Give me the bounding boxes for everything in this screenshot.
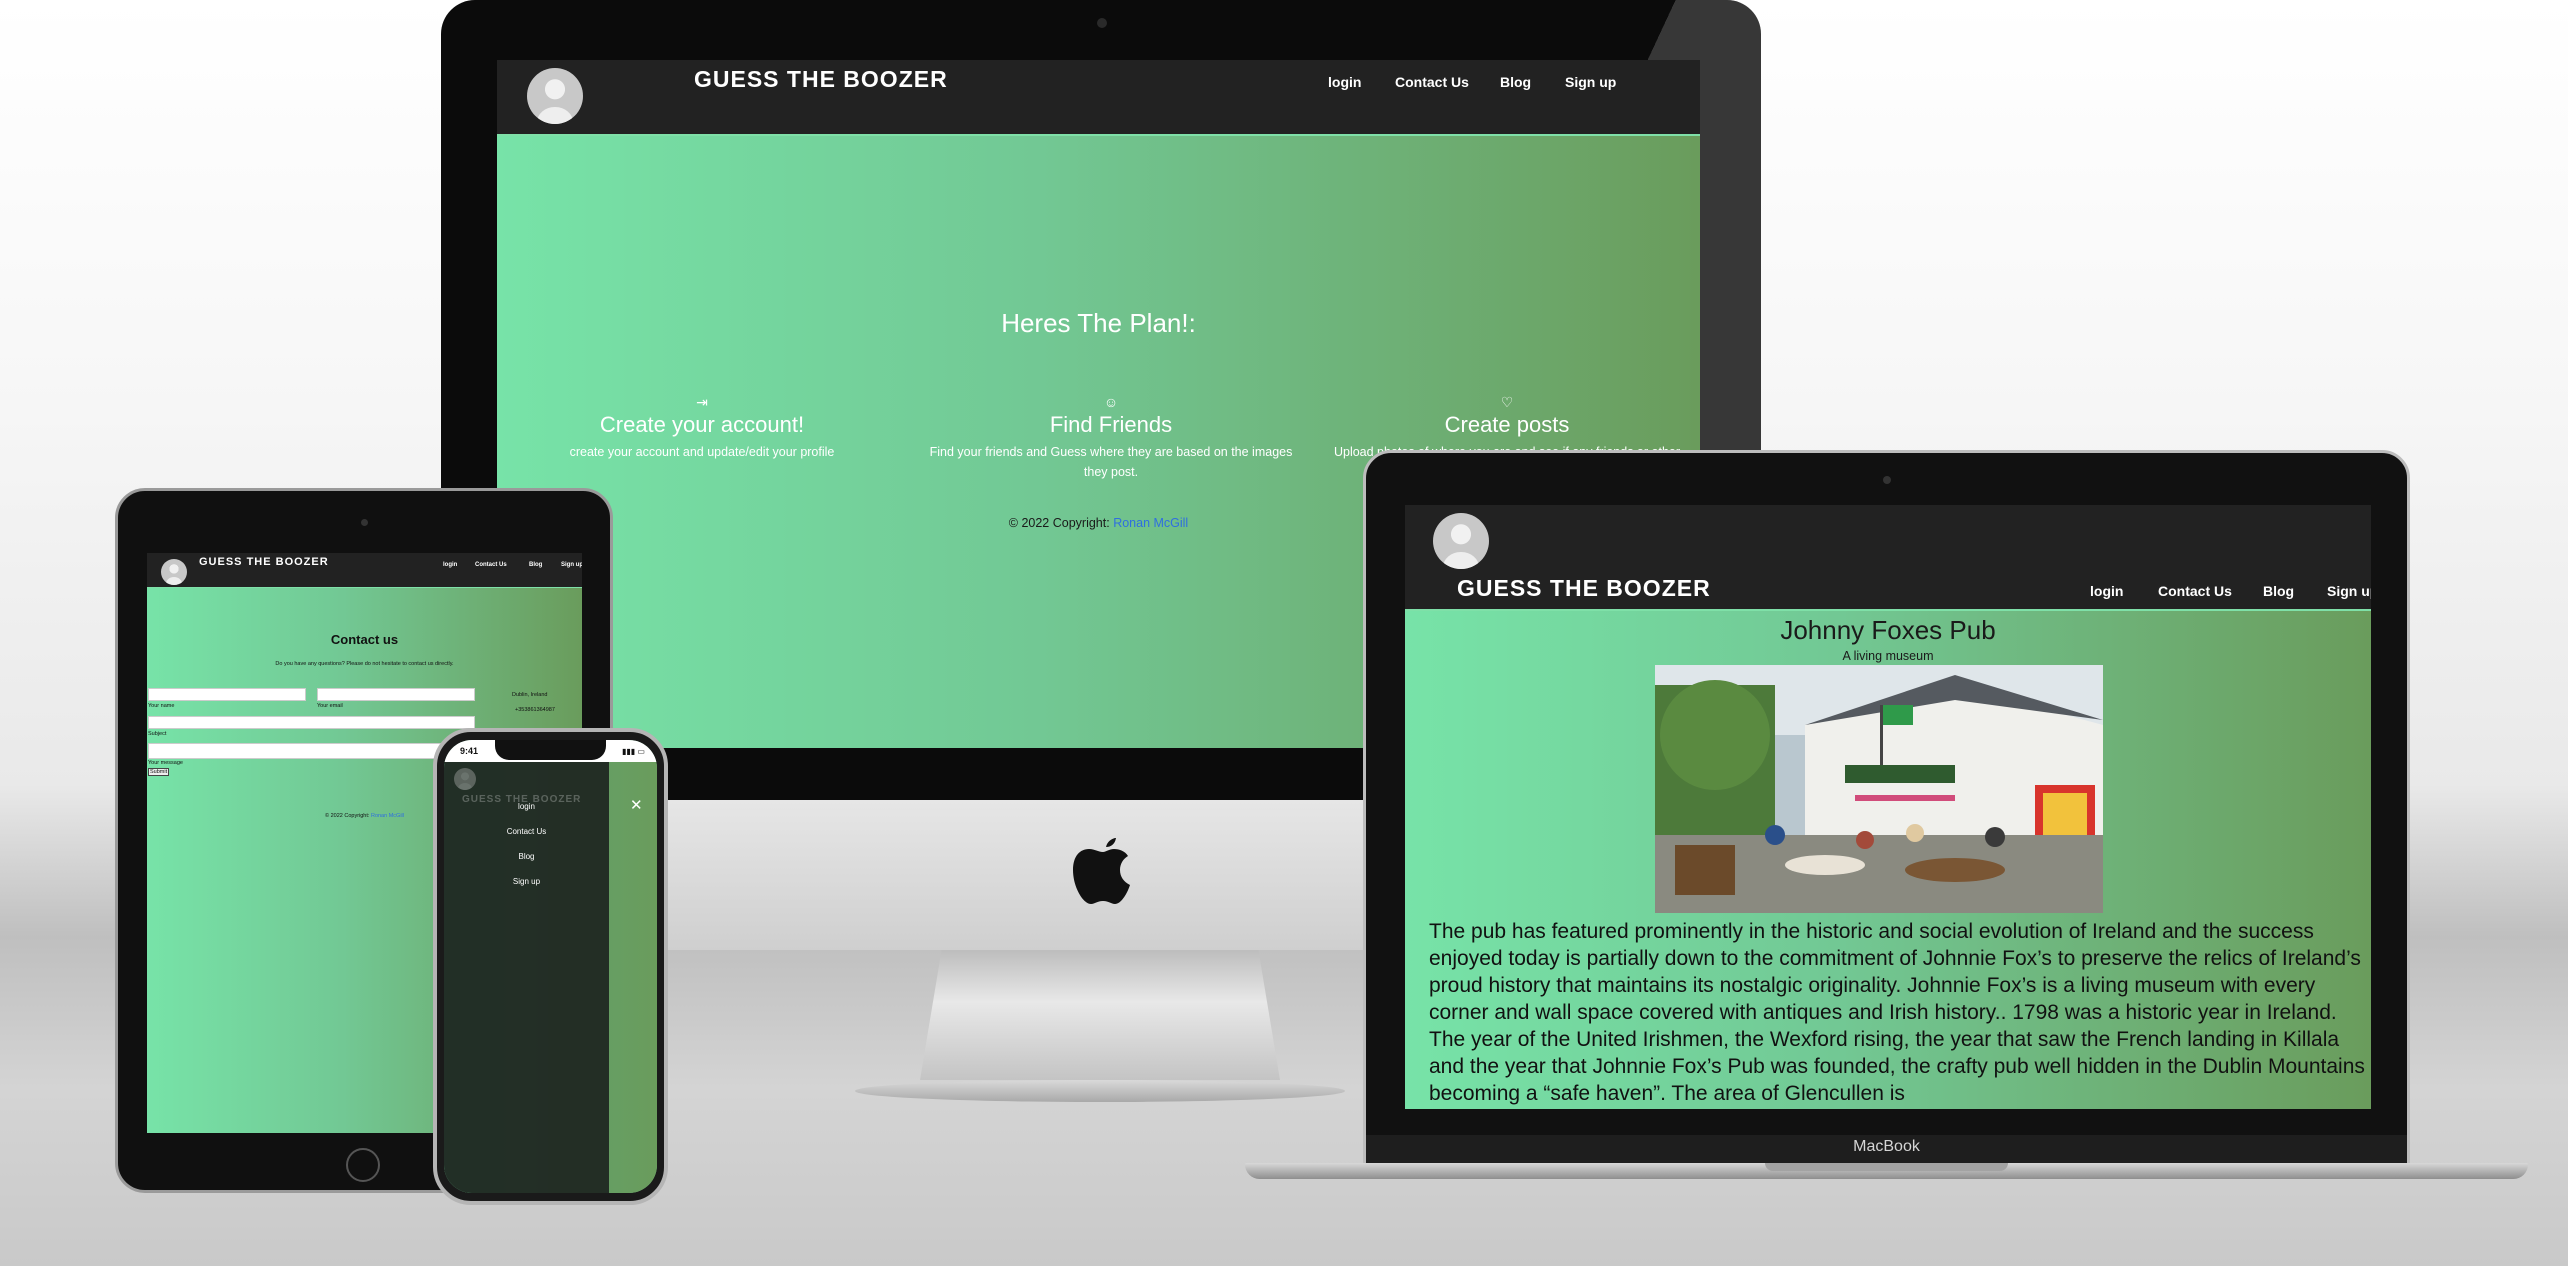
pub-photo bbox=[1655, 665, 2103, 913]
nav-contact-link[interactable]: Contact Us bbox=[475, 562, 507, 568]
apple-logo-icon bbox=[1073, 838, 1130, 904]
macbook-notch bbox=[1765, 1163, 2008, 1171]
brand-title[interactable]: GUESS THE BOOZER bbox=[1457, 575, 1711, 602]
nav-login-link[interactable]: login bbox=[443, 562, 457, 568]
navbar: GUESS THE BOOZER login Contact Us Blog S… bbox=[147, 553, 582, 587]
iphone-screen-menu: 9:41 ▮▮▮ ▭ GUESS THE BOOZER login Contac… bbox=[444, 740, 657, 1193]
copyright-text: © 2022 Copyright: bbox=[1008, 516, 1110, 530]
nav-blog-link[interactable]: Blog bbox=[1500, 74, 1531, 90]
offcanvas-menu: GUESS THE BOOZER login Contact Us Blog S… bbox=[444, 762, 609, 1193]
feature-text: create your account and update/edit your… bbox=[569, 445, 835, 459]
submit-button[interactable]: Submit bbox=[148, 768, 170, 776]
nav-login-link[interactable]: login bbox=[1328, 74, 1361, 90]
status-time: 9:41 bbox=[460, 746, 479, 756]
author-link[interactable]: Ronan McGill bbox=[1113, 516, 1188, 530]
profile-avatar[interactable] bbox=[527, 68, 583, 124]
smiley-icon: ☺ bbox=[1103, 394, 1119, 410]
imac-camera bbox=[1097, 18, 1107, 28]
menu-contact-link[interactable]: Contact Us bbox=[444, 827, 609, 836]
nav-signup-link[interactable]: Sign up bbox=[1565, 74, 1616, 90]
navbar: GUESS THE BOOZER login Contact Us Blog S… bbox=[497, 60, 1700, 134]
iphone-notch bbox=[495, 740, 606, 760]
plan-heading: Heres The Plan!: bbox=[1001, 308, 1196, 338]
nav-blog-link[interactable]: Blog bbox=[529, 562, 542, 568]
ipad-home-button bbox=[346, 1148, 380, 1182]
subject-label: Subject bbox=[148, 731, 167, 737]
profile-avatar[interactable] bbox=[1433, 513, 1489, 569]
imac-stand bbox=[920, 950, 1280, 1080]
blog-title: Johnny Foxes Pub bbox=[1780, 615, 1996, 645]
sign-in-icon: ⇥ bbox=[696, 394, 708, 410]
menu-signup-link[interactable]: Sign up bbox=[444, 877, 609, 886]
macbook-screen-blog: GUESS THE BOOZER login Contact Us Blog S… bbox=[1405, 505, 2371, 1109]
ipad-camera bbox=[361, 519, 368, 526]
heart-icon: ♡ bbox=[1500, 394, 1514, 410]
message-label: Your message bbox=[148, 760, 183, 766]
navbar: GUESS THE BOOZER login Contact Us Blog S… bbox=[1405, 505, 2371, 609]
name-input[interactable] bbox=[148, 688, 306, 701]
contact-title: Contact us bbox=[330, 632, 399, 647]
nav-login-link[interactable]: login bbox=[2090, 583, 2123, 599]
profile-avatar[interactable] bbox=[161, 559, 187, 585]
menu-login-link[interactable]: login bbox=[444, 802, 609, 811]
nav-contact-link[interactable]: Contact Us bbox=[2158, 583, 2232, 599]
battery-icon: ▮▮▮ ▭ bbox=[622, 747, 645, 756]
copyright-text: © 2022 Copyright: bbox=[325, 813, 370, 819]
feature-title: Find Friends bbox=[1049, 412, 1173, 437]
email-label: Your email bbox=[317, 703, 343, 709]
nav-contact-link[interactable]: Contact Us bbox=[1395, 74, 1469, 90]
message-input[interactable] bbox=[148, 743, 475, 759]
nav-blog-link[interactable]: Blog bbox=[2263, 583, 2294, 599]
profile-avatar bbox=[454, 768, 476, 790]
feature-text: Find your friends and Guess where they a… bbox=[929, 445, 1293, 479]
contact-address: Dublin, Ireland bbox=[512, 692, 548, 698]
contact-intro: Do you have any questions? Please do not… bbox=[275, 661, 454, 667]
brand-title[interactable]: GUESS THE BOOZER bbox=[199, 556, 329, 568]
blog-section: Johnny Foxes Pub A living museum The pub… bbox=[1405, 609, 2371, 1109]
blog-body: The pub has featured prominently in the … bbox=[1429, 920, 2365, 1105]
feature-title: Create your account! bbox=[599, 412, 805, 437]
feature-title: Create posts bbox=[1444, 412, 1570, 437]
menu-blog-link[interactable]: Blog bbox=[444, 852, 609, 861]
brand-title[interactable]: GUESS THE BOOZER bbox=[694, 66, 948, 93]
nav-signup-link[interactable]: Sign up bbox=[561, 562, 582, 568]
imac-foot bbox=[855, 1080, 1345, 1102]
name-label: Your name bbox=[148, 703, 175, 709]
email-input[interactable] bbox=[317, 688, 475, 701]
subject-input[interactable] bbox=[148, 716, 475, 729]
macbook-camera bbox=[1883, 476, 1891, 484]
nav-signup-link[interactable]: Sign up bbox=[2327, 583, 2371, 599]
contact-phone: +353861364987 bbox=[515, 707, 555, 713]
macbook-label: MacBook bbox=[1853, 1138, 1920, 1155]
blog-subtitle: A living museum bbox=[1842, 649, 1934, 663]
close-icon[interactable]: ✕ bbox=[630, 796, 643, 814]
author-link[interactable]: Ronan McGill bbox=[371, 813, 404, 819]
